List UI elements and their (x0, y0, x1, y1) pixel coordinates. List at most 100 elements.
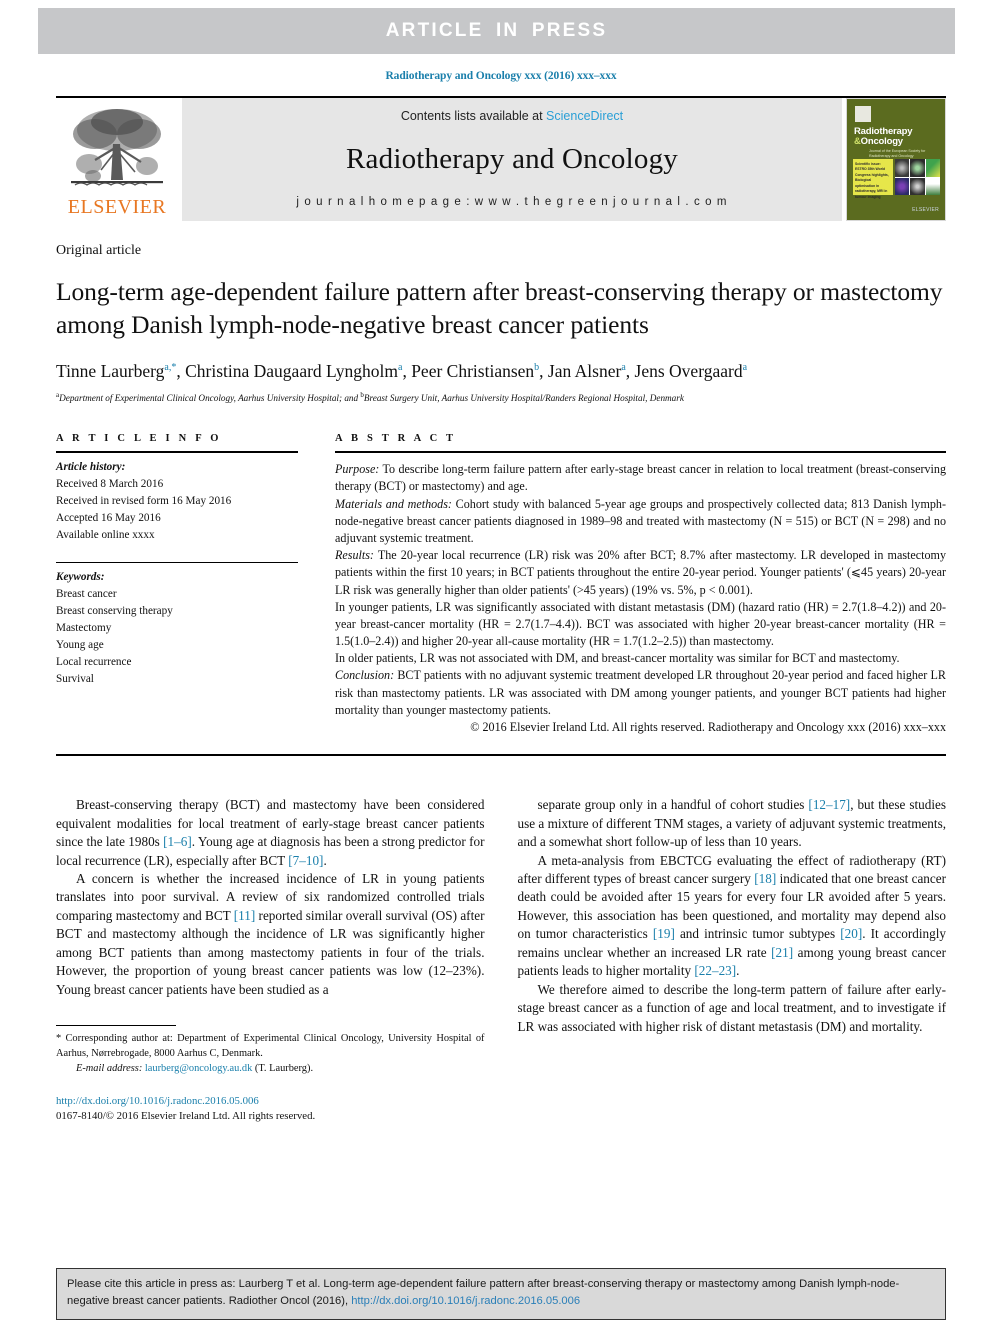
reference-link-1-6[interactable]: [1–6] (163, 834, 192, 849)
abstract-column: A B S T R A C T Purpose: To describe lon… (335, 433, 946, 736)
footnote-rule (56, 1025, 176, 1027)
reference-link-21[interactable]: [21] (771, 945, 793, 960)
author-4-name: Jan Alsner (547, 361, 622, 382)
footnote-section: * Corresponding author at: Department of… (56, 1025, 485, 1124)
right-paragraph-2: A meta-analysis from EBCTCG evaluating t… (518, 852, 947, 981)
page-title: Long-term age-dependent failure pattern … (56, 277, 943, 340)
contents-prefix: Contents lists available at (400, 109, 547, 123)
keyword-5: Survival (56, 673, 94, 686)
author-3[interactable]: Peer Christiansenb (411, 361, 539, 381)
author-list: Tinne Laurberga,*, Christina Daugaard Ly… (56, 361, 748, 382)
cover-title-line2: Oncology (860, 135, 903, 147)
reference-link-11[interactable]: [11] (234, 908, 255, 923)
cite-doi-link[interactable]: http://dx.doi.org/10.1016/j.radonc.2016.… (351, 1295, 580, 1307)
author-5[interactable]: Jens Overgaarda (635, 361, 748, 381)
author-1-sup: a,* (164, 362, 177, 374)
reference-link-20[interactable]: [20] (840, 926, 862, 941)
cover-publisher-mark (855, 106, 871, 122)
reference-link-19[interactable]: [19] (653, 926, 675, 941)
info-abstract-region: A R T I C L E I N F O Article history: R… (56, 433, 946, 736)
right-p1-a: separate group only in a handful of coho… (537, 797, 809, 813)
author-5-name: Jens Overgaard (634, 361, 743, 382)
elsevier-tree-icon (71, 109, 163, 186)
reference-link-18[interactable]: [18] (754, 871, 776, 886)
keyword-0: Breast cancer (56, 588, 117, 601)
body-column-left: Breast-conserving therapy (BCT) and mast… (56, 796, 485, 1125)
history-item-2: Accepted 16 May 2016 (56, 512, 161, 525)
abstract-conclusion-text: BCT patients with no adjuvant systemic t… (335, 668, 946, 717)
issn-copyright-line: 0167-8140/© 2016 Elsevier Ireland Ltd. A… (56, 1110, 316, 1123)
article-type-label: Original article (56, 243, 142, 258)
affiliation-a-text: Department of Experimental Clinical Onco… (59, 393, 361, 404)
author-4-sup: a (621, 362, 626, 374)
abstract-results-text: The 20-year local recurrence (LR) risk w… (335, 548, 946, 597)
article-info-heading: A R T I C L E I N F O (56, 433, 222, 445)
keywords-block: Keywords: Breast cancer Breast conservin… (56, 563, 298, 688)
article-history-label: Article history: (56, 461, 126, 474)
affiliation-line: aDepartment of Experimental Clinical Onc… (56, 391, 946, 405)
author-2-sup: a (398, 362, 403, 374)
history-item-3: Available online xxxx (56, 529, 155, 542)
elsevier-logo: ELSEVIER (56, 98, 178, 221)
email-suffix: (T. Laurberg). (252, 1062, 314, 1074)
email-note: E-mail address: laurberg@oncology.au.dk … (56, 1062, 485, 1077)
right-paragraph-1: separate group only in a handful of coho… (518, 796, 947, 851)
author-2[interactable]: Christina Daugaard Lyngholma (185, 361, 402, 381)
left-paragraph-2: A concern is whether the increased incid… (56, 870, 485, 999)
abstract-results-label: Results: (335, 548, 374, 563)
right-paragraph-3: We therefore aimed to describe the long-… (517, 981, 947, 1034)
right-p2-c: and intrinsic tumor subtypes (674, 926, 841, 942)
keyword-1: Breast conserving therapy (56, 605, 173, 618)
journal-title: Radiotherapy and Oncology (346, 143, 678, 175)
email-label: E-mail address: (76, 1062, 143, 1074)
footnote-body: * Corresponding author at: Department of… (56, 1032, 485, 1076)
left-paragraph-1: Breast-conserving therapy (BCT) and mast… (56, 796, 485, 870)
abstract-heading: A B S T R A C T (335, 433, 457, 445)
doi-link[interactable]: http://dx.doi.org/10.1016/j.radonc.2016.… (56, 1094, 485, 1109)
corresponding-author-note: * Corresponding author at: Department of… (56, 1033, 485, 1059)
abstract-copyright: © 2016 Elsevier Ireland Ltd. All rights … (470, 719, 946, 734)
body-separator-rule (56, 754, 946, 757)
sciencedirect-link[interactable]: ScienceDirect (546, 109, 623, 123)
issn-block: http://dx.doi.org/10.1016/j.radonc.2016.… (56, 1094, 485, 1125)
cover-highlight-text: Scientific issue: ESTRO 35th World Congr… (855, 162, 889, 199)
keyword-3: Young age (56, 639, 104, 652)
elsevier-wordmark: ELSEVIER (67, 196, 167, 218)
abstract-conclusion-label: Conclusion: (335, 668, 395, 683)
abstract-older-paragraph: In older patients, LR was not associated… (335, 651, 900, 666)
cover-highlight-panel: Scientific issue: ESTRO 35th World Congr… (853, 159, 893, 199)
masthead-center: Contents lists available at ScienceDirec… (182, 98, 842, 221)
author-1[interactable]: Tinne Laurberga,* (56, 361, 176, 381)
page-content: Radiotherapy and Oncology xxx (2016) xxx… (56, 0, 946, 1125)
abstract-results: Results: The 20-year local recurrence (L… (335, 547, 946, 599)
author-2-name: Christina Daugaard Lyngholm (185, 361, 398, 382)
abstract-purpose-label: Purpose: (335, 462, 380, 477)
keyword-2: Mastectomy (56, 622, 112, 635)
abstract-purpose-text: To describe long-term failure pattern af… (335, 462, 946, 494)
journal-reference-top: Radiotherapy and Oncology xxx (2016) xxx… (385, 70, 617, 82)
author-1-name: Tinne Laurberg (56, 361, 165, 382)
history-item-0: Received 8 March 2016 (56, 478, 164, 491)
cover-elsevier-logo: ELSEVIER (912, 207, 939, 213)
contents-available-line: Contents lists available at ScienceDirec… (401, 109, 623, 123)
reference-link-22-23[interactable]: [22–23] (694, 963, 736, 978)
reference-link-7-10[interactable]: [7–10] (288, 853, 323, 868)
cover-title-amp: & (854, 135, 861, 147)
cover-title: Radiotherapy &Oncology (854, 127, 940, 147)
author-3-sup: b (534, 362, 540, 374)
reference-link-12-17[interactable]: [12–17] (808, 797, 850, 812)
article-info-column: A R T I C L E I N F O Article history: R… (56, 433, 298, 736)
history-item-1: Received in revised form 16 May 2016 (56, 495, 232, 508)
author-3-name: Peer Christiansen (411, 361, 535, 382)
keyword-4: Local recurrence (56, 656, 132, 669)
affiliation-b-text: Breast Surgery Unit, Aarhus University H… (363, 393, 684, 404)
body-columns: Breast-conserving therapy (BCT) and mast… (56, 796, 946, 1125)
email-link[interactable]: laurberg@oncology.au.dk (145, 1063, 252, 1074)
journal-cover-thumbnail[interactable]: Radiotherapy &Oncology Journal of the Eu… (846, 98, 946, 221)
abstract-conclusion: Conclusion: BCT patients with no adjuvan… (335, 667, 946, 719)
abstract-younger-paragraph: In younger patients, LR was significantl… (335, 599, 946, 649)
journal-homepage-line[interactable]: j o u r n a l h o m e p a g e : w w w . … (296, 196, 727, 208)
author-5-sup: a (742, 362, 748, 374)
journal-masthead: ELSEVIER Contents lists available at Sci… (56, 96, 946, 221)
author-4[interactable]: Jan Alsnera (548, 361, 626, 381)
